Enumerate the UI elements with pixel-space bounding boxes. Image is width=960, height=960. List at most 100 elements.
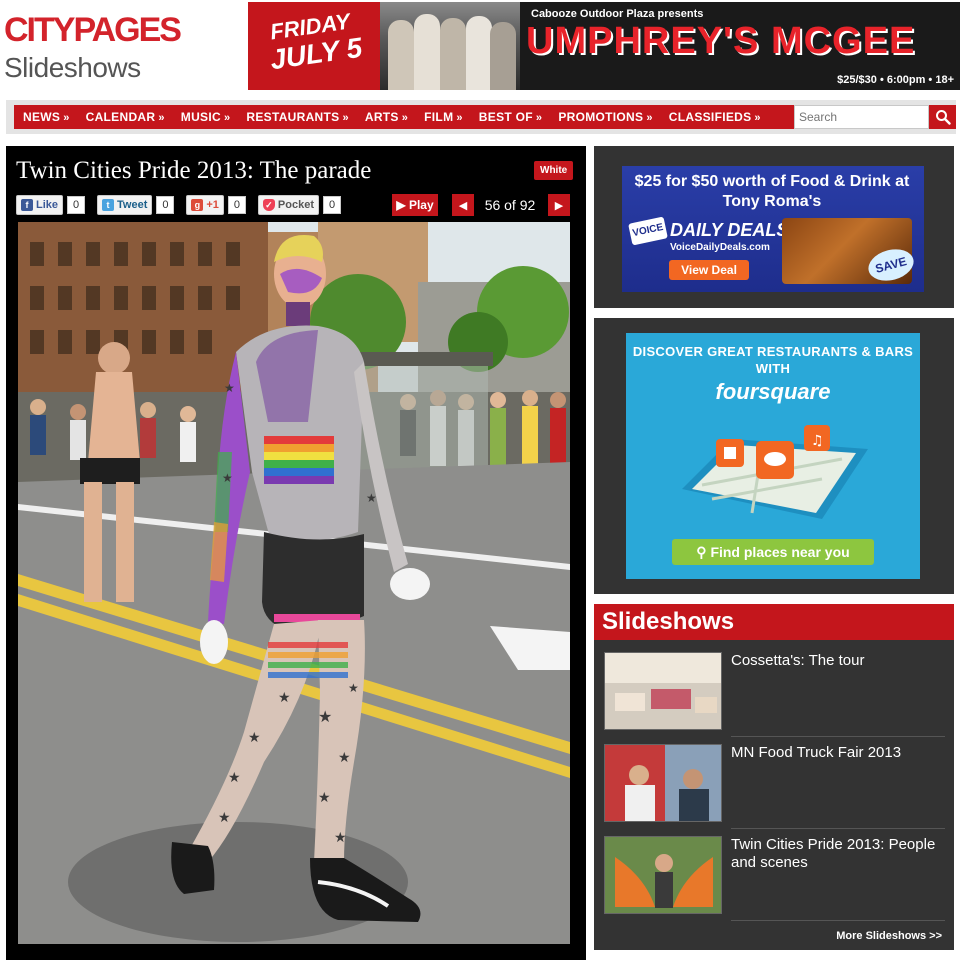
daily-deals-url: VoiceDailyDeals.com <box>670 242 770 253</box>
chevron-right-icon: » <box>646 112 653 124</box>
logo-wordmark: CITYPAGES <box>4 11 182 49</box>
find-places-button[interactable]: ⚲ Find places near you <box>672 539 874 565</box>
ad-band-photo <box>380 2 520 90</box>
nav-item-arts[interactable]: ARTS» <box>356 110 415 124</box>
svg-text:★: ★ <box>318 709 332 726</box>
nav-item-label: PROMOTIONS <box>558 110 644 124</box>
svg-text:★: ★ <box>348 681 359 695</box>
search-icon <box>935 110 951 125</box>
nav-item-restaurants[interactable]: RESTAURANTS» <box>237 110 356 124</box>
share-bar: f Like 0 t Tweet 0 g +1 0 ✓ Pocket 0 <box>16 195 353 215</box>
section-title: Slideshows <box>4 52 141 83</box>
google-plus-count: 0 <box>227 196 246 214</box>
search-input[interactable] <box>794 105 929 129</box>
divider <box>731 828 945 829</box>
svg-text:★: ★ <box>366 491 377 505</box>
divider <box>731 736 945 737</box>
nav-item-promotions[interactable]: PROMOTIONS» <box>549 110 659 124</box>
tweet-label: Tweet <box>117 199 148 211</box>
chevron-right-icon: » <box>401 112 409 124</box>
chevron-right-icon: » <box>63 112 70 124</box>
nav-item-label: RESTAURANTS <box>246 110 340 124</box>
foursquare-ad-container: DISCOVER GREAT RESTAURANTS & BARS WITH f… <box>594 318 954 594</box>
pocket-button[interactable]: ✓ Pocket <box>257 195 319 215</box>
facebook-count: 0 <box>67 196 86 214</box>
nav-item-news[interactable]: NEWS» <box>14 110 77 124</box>
slideshow-thumbnail <box>604 744 722 822</box>
facebook-like-button[interactable]: f Like <box>16 195 64 215</box>
google-share: g +1 0 <box>186 195 246 215</box>
slideshows-sidebar: Slideshows Cossetta's: The tour MN Food … <box>594 604 954 950</box>
facebook-icon: f <box>21 199 33 211</box>
twitter-share: t Tweet 0 <box>97 195 175 215</box>
chevron-right-icon: » <box>754 112 761 124</box>
chevron-right-icon: » <box>223 112 231 124</box>
slideshow-panel: Twin Cities Pride 2013: The parade White… <box>6 146 586 960</box>
nav-item-best-of[interactable]: BEST OF» <box>470 110 550 124</box>
google-plus-button[interactable]: g +1 <box>186 195 224 215</box>
nav-item-label: CALENDAR <box>85 110 156 124</box>
tony-romas-ad-headline: $25 for $50 worth of Food & Drink at Ton… <box>634 173 910 210</box>
chevron-right-icon: » <box>535 112 543 124</box>
page: CITYPAGES Slideshows FRIDAY JULY 5 Caboo… <box>0 0 960 960</box>
next-slide-button[interactable]: ▶ <box>548 194 570 216</box>
daily-deals-brand: DAILY DEALS <box>670 220 789 240</box>
slide-counter: 56 of 92 <box>484 197 536 213</box>
divider <box>731 920 945 921</box>
nav-item-label: BEST OF <box>478 110 533 124</box>
site-logo[interactable]: CITYPAGES Slideshows <box>4 10 194 84</box>
svg-text:★: ★ <box>338 749 351 765</box>
tweet-button[interactable]: t Tweet <box>97 195 153 215</box>
nav-item-label: ARTS <box>364 110 399 124</box>
svg-text:♫: ♫ <box>811 433 824 449</box>
svg-text:★: ★ <box>222 471 233 485</box>
slideshow-thumbnail <box>604 652 722 730</box>
foursquare-logo: foursquare <box>715 379 831 404</box>
svg-text:★: ★ <box>228 769 241 785</box>
previous-slide-button[interactable]: ◀ <box>452 194 474 216</box>
nav-item-label: MUSIC <box>180 110 221 124</box>
nav-item-label: FILM <box>424 110 454 124</box>
triangle-left-icon: ◀ <box>458 199 468 212</box>
view-deal-button[interactable]: View Deal <box>669 260 749 280</box>
nav-item-label: NEWS <box>23 110 61 124</box>
theme-toggle-button[interactable]: White <box>534 161 574 180</box>
slideshow-item-label: MN Food Truck Fair 2013 <box>731 744 902 761</box>
chevron-right-icon: » <box>158 112 165 124</box>
phone-map-icon: ♫ <box>682 425 868 519</box>
play-button[interactable]: ▶ Play <box>392 194 438 216</box>
ad-headliner: UMPHREY'S MCGEE <box>526 20 916 62</box>
nav-item-music[interactable]: MUSIC» <box>172 110 238 124</box>
tweet-count: 0 <box>156 196 175 214</box>
chevron-right-icon: » <box>342 112 349 124</box>
nav-item-classifieds[interactable]: CLASSIFIEDS» <box>660 110 768 124</box>
slideshow-thumbnail <box>604 836 722 914</box>
svg-text:★: ★ <box>278 689 291 705</box>
slideshow-item[interactable]: Twin Cities Pride 2013: People and scene… <box>604 836 945 921</box>
top-banner-ad[interactable]: FRIDAY JULY 5 Cabooze Outdoor Plaza pres… <box>248 2 960 90</box>
svg-text:★: ★ <box>224 381 235 395</box>
pocket-count: 0 <box>323 196 341 214</box>
facebook-share: f Like 0 <box>16 195 86 215</box>
nav-item-film[interactable]: FILM» <box>415 110 470 124</box>
deal-ad-container: $25 for $50 worth of Food & Drink at Ton… <box>594 146 954 308</box>
nav-item-label: CLASSIFIEDS <box>668 110 752 124</box>
tony-romas-ad[interactable]: $25 for $50 worth of Food & Drink at Ton… <box>622 166 924 292</box>
foursquare-ad-headline: DISCOVER GREAT RESTAURANTS & BARS WITH <box>632 344 914 376</box>
ad-details: $25/$30 • 6:00pm • 18+ <box>837 74 954 86</box>
slideshow-item[interactable]: MN Food Truck Fair 2013 <box>604 744 945 829</box>
triangle-right-icon: ▶ <box>554 199 564 212</box>
slide-photo[interactable]: ★ ★ ★ ★ ★ ★ ★ ★ ★ ★ ★ ★ <box>18 222 570 944</box>
slideshow-item[interactable]: Cossetta's: The tour <box>604 652 945 737</box>
search-button[interactable] <box>929 105 956 129</box>
more-slideshows-link[interactable]: More Slideshows >> <box>836 930 942 942</box>
nav-item-calendar[interactable]: CALENDAR» <box>77 110 172 124</box>
svg-text:★: ★ <box>318 789 331 805</box>
svg-text:★: ★ <box>248 729 261 745</box>
twitter-bird-icon: t <box>102 199 115 211</box>
foursquare-ad[interactable]: DISCOVER GREAT RESTAURANTS & BARS WITH f… <box>626 333 920 579</box>
main-nav: NEWS» CALENDAR» MUSIC» RESTAURANTS» ARTS… <box>6 100 956 134</box>
parade-photo-illustration: ★ ★ ★ ★ ★ ★ ★ ★ ★ ★ ★ ★ <box>18 222 570 944</box>
slideshows-header: Slideshows <box>594 604 954 640</box>
find-places-label: Find places near you <box>710 544 850 560</box>
